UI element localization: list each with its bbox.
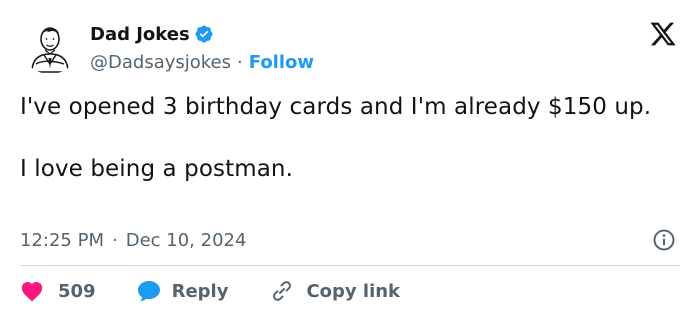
tweet-line: I love being a postman. [20, 156, 294, 182]
verified-badge-icon [194, 24, 214, 44]
copy-link-button[interactable]: Copy link [258, 279, 400, 303]
timestamp-row: 12:25 PM · Dec 10, 2024 [20, 226, 680, 254]
divider [20, 265, 680, 266]
tweet-header: Dad Jokes @Dadsaysjokes · Follow [20, 14, 680, 78]
copy-link-label: Copy link [306, 280, 401, 302]
action-bar: 509 Reply Copy link [20, 276, 680, 306]
handle-row: @Dadsaysjokes · Follow [90, 50, 314, 74]
reply-button[interactable]: Reply [126, 279, 229, 303]
like-count: 509 [58, 280, 96, 302]
avatar-illustration [20, 14, 80, 74]
timestamp-separator: · [111, 229, 118, 251]
author-block: Dad Jokes @Dadsaysjokes · Follow [90, 22, 314, 74]
speech-bubble-icon [136, 279, 162, 303]
avatar[interactable] [20, 14, 80, 74]
x-logo[interactable] [648, 20, 678, 48]
like-button[interactable]: 509 [20, 280, 96, 302]
info-icon[interactable] [652, 228, 676, 252]
author-name[interactable]: Dad Jokes [90, 24, 190, 45]
follow-button[interactable]: Follow [249, 52, 314, 73]
handle-separator: · [237, 51, 243, 73]
tweet-time[interactable]: 12:25 PM [20, 230, 104, 251]
link-icon [270, 279, 294, 303]
heart-icon [20, 280, 44, 302]
tweet-line: I've opened 3 birthday cards and I'm alr… [20, 94, 652, 120]
tweet-date[interactable]: Dec 10, 2024 [126, 230, 247, 251]
tweet-text: I've opened 3 birthday cards and I'm alr… [20, 92, 680, 185]
name-row: Dad Jokes [90, 22, 314, 46]
reply-label: Reply [171, 280, 229, 302]
author-handle[interactable]: @Dadsaysjokes [90, 52, 231, 73]
